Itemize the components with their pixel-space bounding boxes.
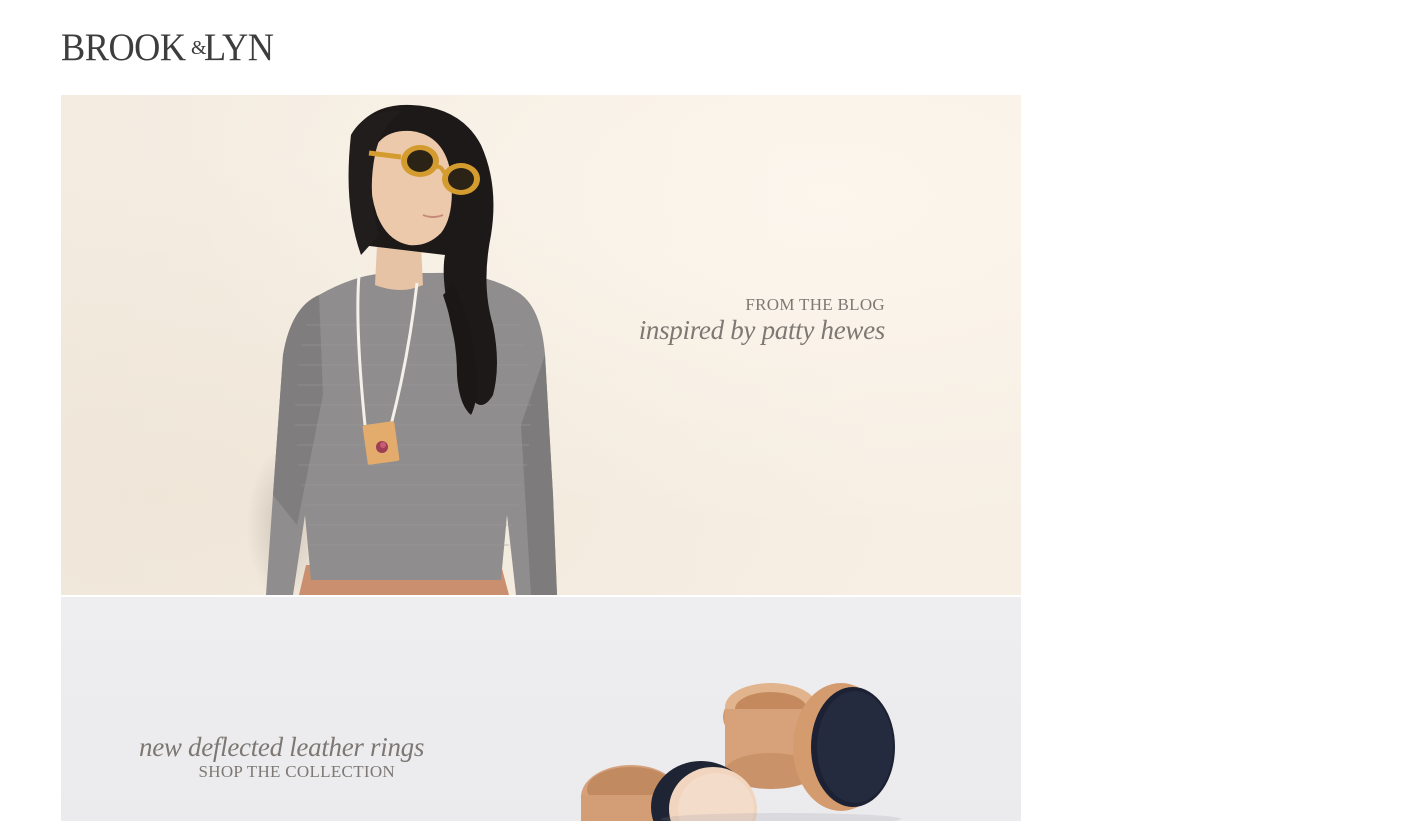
blog-kicker[interactable]: FROM THE BLOG — [639, 295, 885, 315]
logo-word-brook: BROOK — [61, 26, 186, 69]
rings-caption[interactable]: new deflected leather rings SHOP THE COL… — [139, 732, 424, 782]
rings-headline[interactable]: new deflected leather rings — [139, 732, 424, 762]
leather-rings-illustration — [581, 683, 901, 821]
blog-feature-banner[interactable]: FROM THE BLOG inspired by patty hewes — [61, 95, 1021, 595]
logo-word-lyn: LYN — [204, 26, 274, 69]
blog-caption[interactable]: FROM THE BLOG inspired by patty hewes — [639, 295, 886, 345]
rings-collection-banner[interactable]: new deflected leather rings SHOP THE COL… — [61, 597, 1021, 821]
model-illustration — [266, 104, 557, 595]
blog-headline[interactable]: inspired by patty hewes — [639, 315, 886, 345]
brand-logo[interactable]: BROOK & LYN — [61, 28, 279, 68]
shop-collection-link[interactable]: SHOP THE COLLECTION — [139, 762, 395, 782]
